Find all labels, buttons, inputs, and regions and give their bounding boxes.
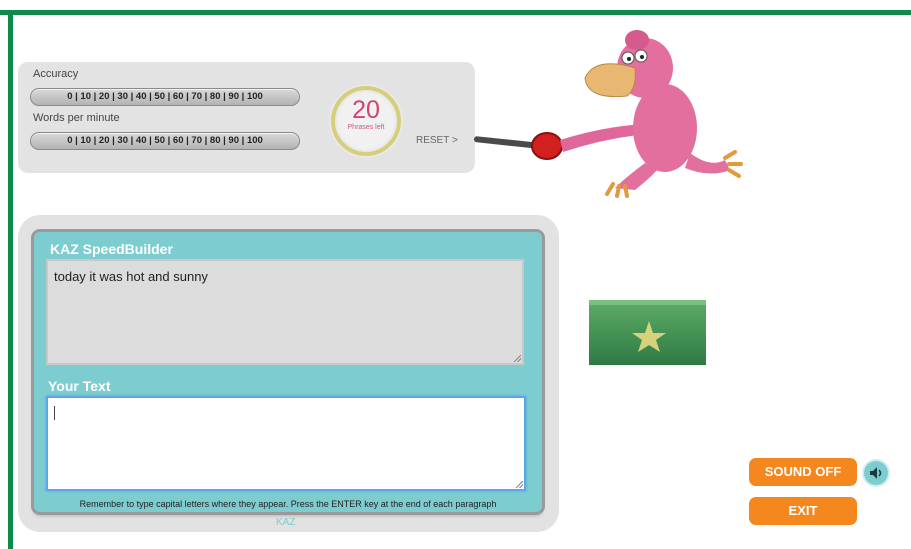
input-resize-handle[interactable] (516, 481, 523, 488)
prompt-resize-handle[interactable] (514, 355, 521, 362)
frame-top-border (0, 10, 911, 15)
prompt-box: today it was hot and sunny (46, 259, 524, 365)
wpm-label: Words per minute (33, 112, 120, 124)
accuracy-scale: 0 | 10 | 20 | 30 | 40 | 50 | 60 | 70 | 8… (30, 88, 300, 106)
character-tuft (625, 30, 649, 50)
star-box (589, 300, 706, 365)
character-foot-left (605, 182, 629, 198)
speedbuilder-card: KAZ SpeedBuilder today it was hot and su… (34, 232, 542, 512)
phrases-left-counter: 20 Phrases left (331, 86, 401, 156)
spoon-head (531, 132, 563, 160)
your-text-input[interactable] (46, 396, 526, 491)
character-pupil-right (640, 55, 644, 59)
stats-panel: Accuracy 0 | 10 | 20 | 30 | 40 | 50 | 60… (18, 62, 475, 173)
accuracy-label: Accuracy (33, 68, 79, 80)
star-icon (632, 321, 666, 352)
reset-button[interactable]: RESET > (416, 135, 458, 146)
character-leg-right (685, 153, 730, 174)
sound-off-button[interactable]: SOUND OFF (749, 458, 857, 486)
pink-character-mascot (531, 30, 743, 198)
instructions-footnote: Remember to type capital letters where t… (79, 499, 497, 509)
character-beak (584, 63, 636, 98)
phrases-left-count: 20 (352, 96, 380, 124)
phrases-left-label: Phrases left (347, 124, 385, 131)
kaz-label: KAZ (276, 517, 296, 528)
prompt-text: today it was hot and sunny (54, 269, 208, 284)
speedbuilder-panel: KAZ SpeedBuilder today it was hot and su… (18, 215, 559, 532)
character-pupil-left (627, 57, 631, 61)
exit-button[interactable]: EXIT (749, 497, 857, 525)
character-foot-right (723, 150, 743, 178)
your-text-label: Your Text (48, 378, 111, 394)
frame-left-border (8, 10, 13, 549)
wpm-scale: 0 | 10 | 20 | 30 | 40 | 50 | 60 | 70 | 8… (30, 132, 300, 150)
text-caret (54, 406, 55, 420)
speedbuilder-title: KAZ SpeedBuilder (50, 241, 173, 257)
speaker-icon[interactable] (864, 461, 888, 485)
character-leg-left (615, 163, 657, 190)
